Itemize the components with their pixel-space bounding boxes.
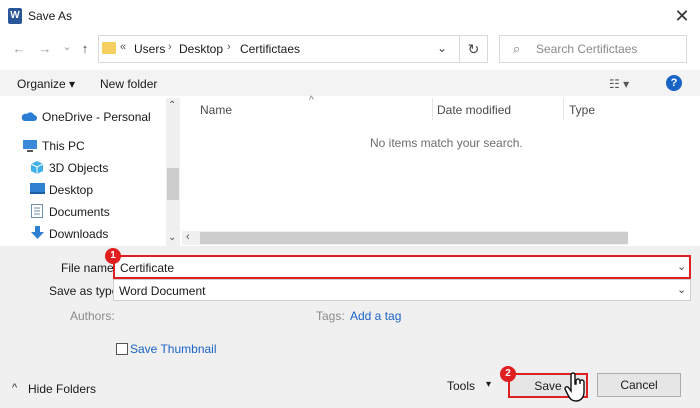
desktop-icon <box>30 183 45 194</box>
sidebar-item-onedrive[interactable]: OneDrive - Personal <box>42 110 151 124</box>
forward-arrow-icon[interactable]: → <box>36 40 54 58</box>
column-header-name[interactable]: Name <box>200 103 232 117</box>
save-as-type-label: Save as type: <box>49 284 122 298</box>
organize-button[interactable]: Organize ▾ <box>17 77 75 91</box>
window-title: Save As <box>28 9 73 23</box>
search-placeholder: Search Certifictaes <box>536 42 638 56</box>
hide-folders-button[interactable]: Hide Folders <box>28 382 96 396</box>
breadcrumb-desktop[interactable]: Desktop <box>179 42 223 56</box>
navigation-scroll-thumb[interactable] <box>167 168 179 200</box>
save-as-type-select[interactable]: Word Document <box>113 279 691 301</box>
breadcrumb-separator: › <box>168 41 172 53</box>
help-icon[interactable]: ? <box>666 75 682 91</box>
file-name-value: Certificate <box>120 261 175 275</box>
sidebar-item-3d-objects[interactable]: 3D Objects <box>49 161 108 175</box>
sidebar-item-this-pc[interactable]: This PC <box>42 139 85 153</box>
cancel-button[interactable]: Cancel <box>597 373 681 397</box>
new-folder-button[interactable]: New folder <box>100 77 157 91</box>
cube-icon <box>30 161 44 174</box>
hide-folders-arrow-icon[interactable]: ^ <box>12 382 17 394</box>
authors-label: Authors: <box>70 309 115 323</box>
recent-locations-icon[interactable]: ⌄ <box>58 38 76 56</box>
add-tag-link[interactable]: Add a tag <box>350 309 401 323</box>
up-arrow-icon[interactable]: ↑ <box>76 40 94 58</box>
cloud-icon <box>21 112 37 121</box>
computer-icon <box>23 140 37 152</box>
tools-button[interactable]: Tools <box>447 379 475 393</box>
breadcrumb-separator: › <box>227 41 231 53</box>
column-divider[interactable] <box>432 98 433 120</box>
empty-list-message: No items match your search. <box>370 136 523 150</box>
sidebar-item-downloads[interactable]: Downloads <box>49 227 108 241</box>
save-thumbnail-label[interactable]: Save Thumbnail <box>130 342 217 356</box>
column-divider[interactable] <box>563 98 564 120</box>
refresh-icon[interactable]: ↻ <box>460 35 488 63</box>
column-header-type[interactable]: Type <box>569 103 595 117</box>
breadcrumb-certifictaes[interactable]: Certifictaes <box>240 42 300 56</box>
step-badge-1: 1 <box>105 248 121 264</box>
word-app-icon: W <box>8 8 22 24</box>
sort-arrow-icon: ^ <box>309 95 314 106</box>
title-bar <box>0 0 700 32</box>
folder-icon <box>102 42 116 54</box>
column-header-date-modified[interactable]: Date modified <box>437 103 511 117</box>
sidebar-item-documents[interactable]: Documents <box>49 205 110 219</box>
scroll-left-icon[interactable]: ‹ <box>186 231 190 243</box>
breadcrumb-users[interactable]: Users <box>134 42 165 56</box>
download-icon <box>31 226 44 239</box>
breadcrumb-overflow-icon[interactable]: « <box>120 41 126 53</box>
scroll-down-icon[interactable]: ⌄ <box>168 232 176 243</box>
scroll-up-icon[interactable]: ⌃ <box>168 100 176 111</box>
save-as-type-value: Word Document <box>119 284 206 298</box>
save-thumbnail-checkbox[interactable] <box>116 343 128 355</box>
close-icon[interactable]: ✕ <box>670 4 694 28</box>
document-icon <box>31 204 43 218</box>
file-list-scroll-thumb[interactable] <box>200 232 628 244</box>
back-arrow-icon[interactable]: ← <box>10 40 28 58</box>
step-badge-2: 2 <box>500 366 516 382</box>
tags-label: Tags: <box>316 309 345 323</box>
address-dropdown-icon[interactable]: ⌄ <box>437 41 447 55</box>
save-as-type-dropdown-icon[interactable]: ⌄ <box>677 283 686 296</box>
view-options-button[interactable]: ☷ ▾ <box>609 77 629 91</box>
tools-dropdown-icon[interactable]: ▾ <box>486 379 491 390</box>
hand-cursor-icon <box>564 372 585 402</box>
file-name-dropdown-icon[interactable]: ⌄ <box>677 260 686 273</box>
file-name-input[interactable]: Certificate <box>113 255 691 279</box>
sidebar-item-desktop[interactable]: Desktop <box>49 183 93 197</box>
search-icon: ⌕ <box>513 41 521 56</box>
